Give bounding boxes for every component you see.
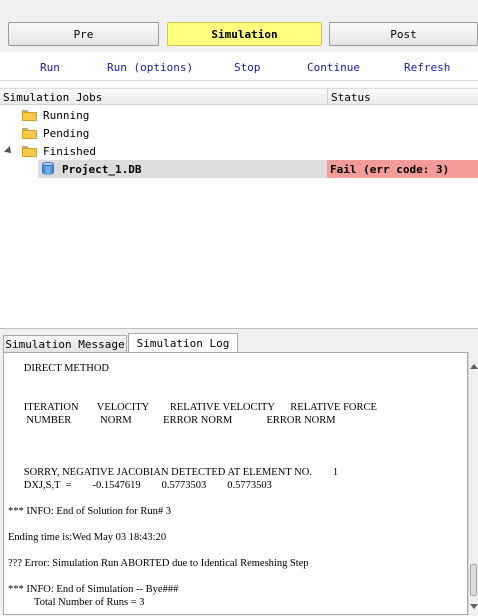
simulation-log-panel[interactable]: DIRECT METHOD ITERATION VELOCITY RELATIV… bbox=[3, 352, 468, 615]
scroll-up-icon[interactable] bbox=[470, 364, 478, 369]
continue-link[interactable]: Continue bbox=[307, 61, 360, 74]
simulation-mode-button[interactable]: Simulation bbox=[167, 22, 322, 46]
scroll-thumb[interactable] bbox=[470, 564, 477, 596]
status-column-header[interactable]: Status bbox=[331, 91, 371, 104]
job-status-badge: Fail (err code: 3) bbox=[327, 160, 478, 178]
tree-header: Simulation Jobs Status bbox=[0, 88, 478, 105]
action-bar: Run Run (options) Stop Continue Refresh bbox=[0, 52, 478, 81]
jobs-column-header[interactable]: Simulation Jobs bbox=[3, 91, 102, 104]
tree-node-label: Running bbox=[43, 108, 90, 122]
database-icon bbox=[42, 162, 54, 176]
tree-node-pending[interactable]: Pending bbox=[22, 124, 89, 142]
folder-icon bbox=[22, 145, 37, 157]
stop-link[interactable]: Stop bbox=[234, 61, 261, 74]
scroll-down-icon[interactable] bbox=[470, 604, 478, 609]
job-name: Project_1.DB bbox=[62, 162, 142, 176]
tree-node-label: Finished bbox=[43, 144, 96, 158]
folder-icon bbox=[22, 109, 37, 121]
column-divider[interactable] bbox=[327, 89, 328, 105]
tab-simulation-log[interactable]: Simulation Log bbox=[128, 333, 238, 353]
run-options-link[interactable]: Run (options) bbox=[107, 61, 193, 74]
run-link[interactable]: Run bbox=[40, 61, 60, 74]
tree-node-finished[interactable]: Finished bbox=[22, 142, 96, 160]
tree-node-job[interactable]: Project_1.DB bbox=[42, 160, 141, 178]
log-scrollbar[interactable] bbox=[468, 352, 478, 615]
post-mode-button[interactable]: Post bbox=[329, 22, 478, 46]
simulation-log-text: DIRECT METHOD ITERATION VELOCITY RELATIV… bbox=[8, 363, 377, 608]
folder-icon bbox=[22, 127, 37, 139]
tab-simulation-message[interactable]: Simulation Message bbox=[3, 335, 127, 353]
refresh-link[interactable]: Refresh bbox=[404, 61, 450, 74]
tree-node-label: Pending bbox=[43, 126, 90, 140]
mode-bar: Pre Simulation Post bbox=[0, 0, 478, 52]
tree-node-running[interactable]: Running bbox=[22, 106, 89, 124]
pre-mode-button[interactable]: Pre bbox=[8, 22, 159, 46]
